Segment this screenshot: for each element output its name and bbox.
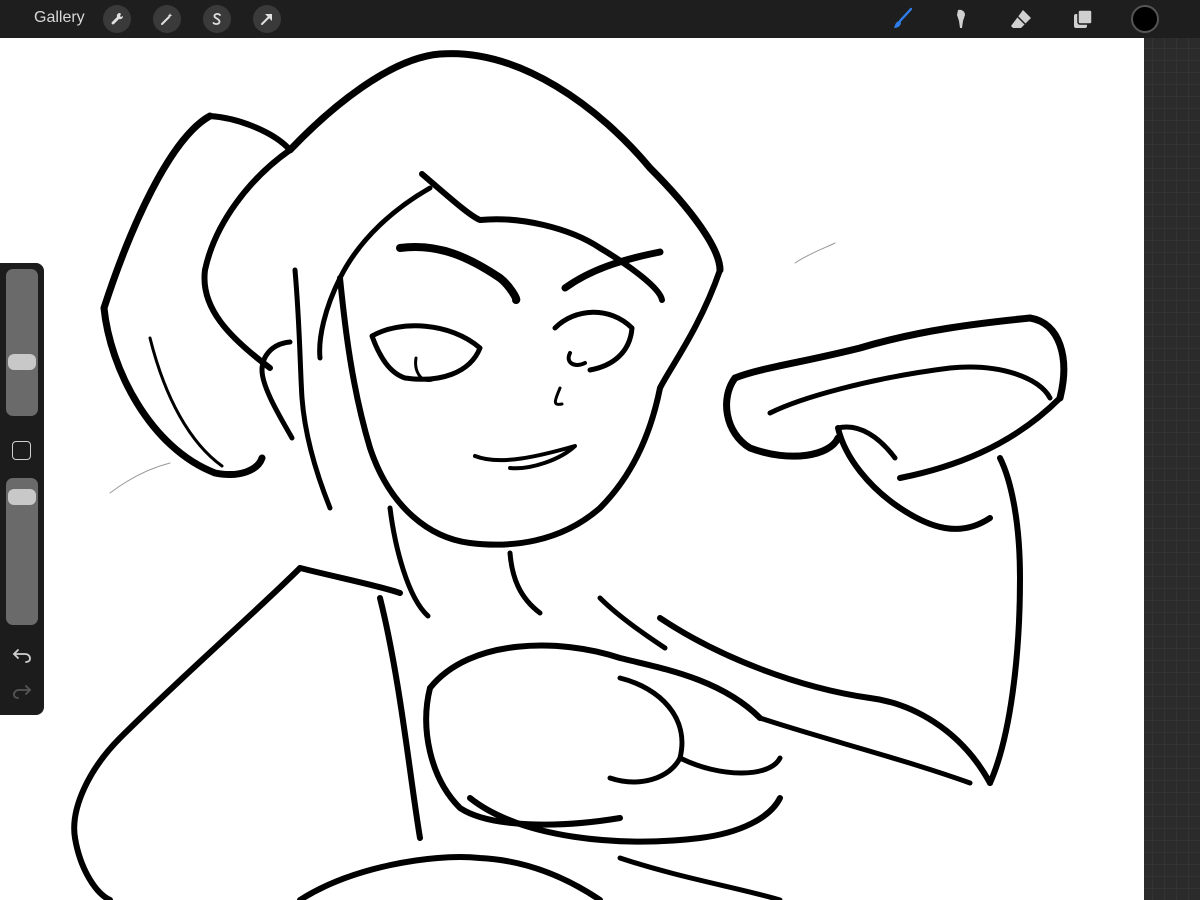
arrow-cursor-icon — [261, 14, 272, 25]
opacity-slider[interactable] — [6, 478, 38, 625]
color-picker-swatch[interactable] — [1131, 5, 1159, 33]
wrench-icon — [111, 12, 124, 25]
transform-button[interactable] — [253, 5, 281, 33]
gallery-button[interactable]: Gallery — [34, 9, 85, 27]
modify-button[interactable] — [12, 441, 31, 460]
left-sidebar — [0, 263, 44, 715]
brush-tool-button[interactable] — [889, 5, 917, 33]
redo-icon — [13, 685, 32, 699]
top-toolbar: Gallery — [0, 0, 1200, 38]
layers-button[interactable] — [1069, 5, 1097, 33]
magic-wand-icon — [161, 13, 173, 25]
line-art-sketch — [71, 50, 1068, 900]
undo-button[interactable] — [8, 643, 36, 667]
brush-icon — [894, 7, 913, 28]
eraser-tool-button[interactable] — [1007, 5, 1035, 33]
smudge-icon — [957, 9, 965, 28]
actions-button[interactable] — [103, 5, 131, 33]
brush-size-knob[interactable] — [8, 354, 36, 371]
redo-button[interactable] — [8, 679, 36, 703]
opacity-knob[interactable] — [8, 489, 36, 506]
adjustments-button[interactable] — [153, 5, 181, 33]
smudge-tool-button[interactable] — [947, 5, 975, 33]
eraser-icon — [1011, 10, 1031, 28]
undo-icon — [12, 649, 31, 663]
brush-size-slider[interactable] — [6, 269, 38, 416]
drawing-canvas[interactable] — [0, 38, 1144, 900]
selection-button[interactable] — [203, 5, 231, 33]
selection-s-icon — [212, 13, 221, 25]
layers-icon — [1074, 9, 1093, 28]
